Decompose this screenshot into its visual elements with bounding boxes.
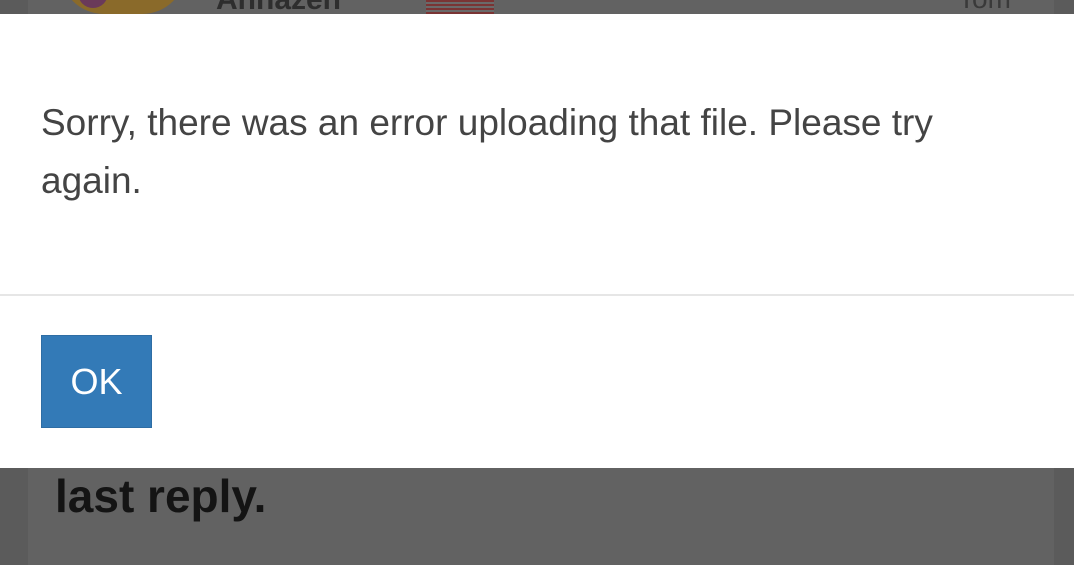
dialog-divider (0, 294, 1074, 296)
post-meta: Tom (958, 0, 1011, 13)
flag-icon (426, 0, 494, 14)
error-dialog: Sorry, there was an error uploading that… (0, 14, 1074, 468)
post-text: last reply. (55, 470, 267, 522)
ok-button[interactable]: OK (41, 335, 152, 428)
post-username: Annazen (216, 0, 341, 15)
error-message: Sorry, there was an error uploading that… (41, 102, 933, 201)
